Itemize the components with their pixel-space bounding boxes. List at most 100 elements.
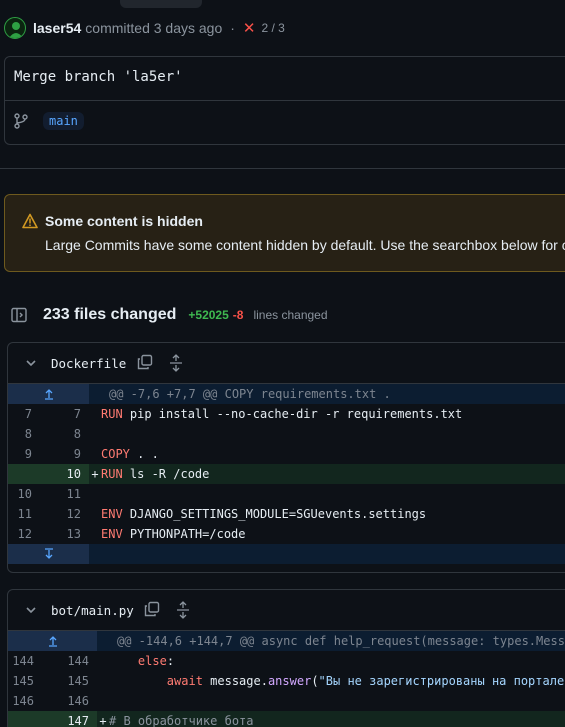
hunk-text: @@ -7,6 +7,7 @@ COPY requirements.txt . [109,387,391,401]
code-text: . . [129,447,159,461]
code-keyword: ENV [101,507,123,521]
code-keyword: RUN [101,407,123,421]
new-line-number[interactable]: 8 [40,427,89,441]
diff-sign: + [99,714,107,727]
old-line-number[interactable] [8,464,40,484]
commit-message: Merge branch 'la5er' [14,69,183,85]
new-line-number[interactable]: 11 [40,487,89,501]
new-line-number[interactable]: 7 [40,407,89,421]
hunk-header: @@ -144,6 +144,7 @@ async def help_reque… [8,631,565,651]
expand-down-icon[interactable] [8,544,89,564]
deletions-count: -8 [232,308,244,322]
diff-line: 11 12 ENV DJANGO_SETTINGS_MODULE=SGUeven… [8,504,565,524]
top-tab-stub [120,0,202,8]
code-text: ( [311,674,319,688]
hunk-header: @@ -7,6 +7,7 @@ COPY requirements.txt . [8,384,565,404]
old-line-number[interactable]: 146 [8,694,42,708]
diff-line: 146 146 [8,691,565,711]
old-line-number[interactable]: 144 [8,654,42,668]
code-text: pip install --no-cache-dir -r requiremen… [122,407,463,421]
old-line-number[interactable]: 8 [8,427,40,441]
chevron-down-icon[interactable] [24,603,38,617]
new-line-number[interactable]: 146 [42,694,97,708]
file-header: bot/main.py [8,590,565,631]
divider [5,100,565,101]
alert-icon [22,213,38,229]
copy-icon[interactable] [137,354,153,370]
author-link[interactable]: laser54 [33,20,81,36]
avatar-icon [9,22,23,38]
diff-line-added: 10 + RUN ls -R /code [8,464,565,484]
code-keyword: RUN [101,467,123,481]
files-changed-bar: 233 files changed +52025 -8 lines change… [11,304,328,326]
old-line-number[interactable]: 9 [8,447,40,461]
check-failed-icon[interactable]: ✕ [243,21,256,36]
avatar[interactable] [4,17,26,39]
code-comment: # В обработчике бота [109,714,254,727]
copy-icon[interactable] [144,601,160,617]
code-text: PYTHONPATH=/code [122,527,246,541]
code-function: answer [267,674,312,688]
hunk-text: @@ -144,6 +144,7 @@ async def help_reque… [117,634,565,648]
old-line-number[interactable]: 10 [8,487,40,501]
code-content: ENV DJANGO_SETTINGS_MODULE=SGUevents.set… [101,507,426,521]
file-name[interactable]: bot/main.py [51,603,134,618]
code-keyword: else [137,654,167,668]
git-branch-icon [14,113,28,129]
expand-up-icon[interactable] [8,384,89,404]
checks-count[interactable]: 2 / 3 [262,21,285,35]
expand-all-icon[interactable] [169,354,183,372]
expand-all-icon[interactable] [176,601,190,619]
diff-line: 145 145 await message.answer("Вы не заре… [8,671,565,691]
branch-label[interactable]: main [43,112,84,130]
code-text: ls -R /code [122,467,210,481]
notice-title: Some content is hidden [45,213,203,229]
new-line-number[interactable]: 10 [40,464,89,484]
commit-message-box: Merge branch 'la5er' main [4,56,565,145]
new-line-number[interactable]: 144 [42,654,97,668]
hidden-content-notice: Some content is hidden Large Commits hav… [4,194,565,272]
file-diff-dockerfile: Dockerfile @@ -7,6 +7,7 @@ COPY requirem… [7,342,565,573]
code-text: DJANGO_SETTINGS_MODULE=SGUevents.setting… [122,507,427,521]
separator-dot: · [230,20,235,36]
file-name[interactable]: Dockerfile [51,356,126,371]
file-tree-toggle-icon[interactable] [11,307,27,323]
code-content: RUN ls -R /code [101,467,209,481]
additions-count: +52025 [188,308,229,322]
lines-changed-label: lines changed [253,308,328,322]
old-line-number[interactable]: 12 [8,527,40,541]
file-header: Dockerfile [8,343,565,384]
diff-line: 12 13 ENV PYTHONPATH=/code [8,524,565,544]
code-content: COPY . . [101,447,159,461]
old-line-number[interactable]: 7 [8,407,40,421]
code-text: message. [202,674,268,688]
old-line-number[interactable]: 11 [8,507,40,521]
code-keyword: await [166,674,203,688]
notice-body: Large Commits have some content hidden b… [45,237,565,253]
code-content: ENV PYTHONPATH=/code [101,527,246,541]
new-line-number[interactable]: 145 [42,674,97,688]
expand-up-icon[interactable] [8,631,97,651]
new-line-number[interactable]: 12 [40,507,89,521]
diff-sign: + [91,467,99,481]
diff-line: 144 144 else: [8,651,565,671]
new-line-number[interactable]: 13 [40,527,89,541]
code-content: await message.answer("Вы не зарегистриро… [109,674,564,688]
old-line-number[interactable]: 145 [8,674,42,688]
diff-line-added: 147 + # В обработчике бота [8,711,565,727]
diff-line: 7 7 RUN pip install --no-cache-dir -r re… [8,404,565,424]
new-line-number[interactable]: 9 [40,447,89,461]
code-text: : [166,654,175,668]
new-line-number[interactable]: 147 [42,711,97,727]
files-changed-count: 233 files changed [43,306,177,323]
code-string: "Вы не зарегистрированы на портале [318,674,565,688]
diff-line: 9 9 COPY . . [8,444,565,464]
code-content: RUN pip install --no-cache-dir -r requir… [101,407,462,421]
old-line-number[interactable] [8,711,42,727]
code-content: else: [109,654,174,668]
diff-line: 10 11 [8,484,565,504]
chevron-down-icon[interactable] [24,356,38,370]
section-divider [0,168,565,169]
